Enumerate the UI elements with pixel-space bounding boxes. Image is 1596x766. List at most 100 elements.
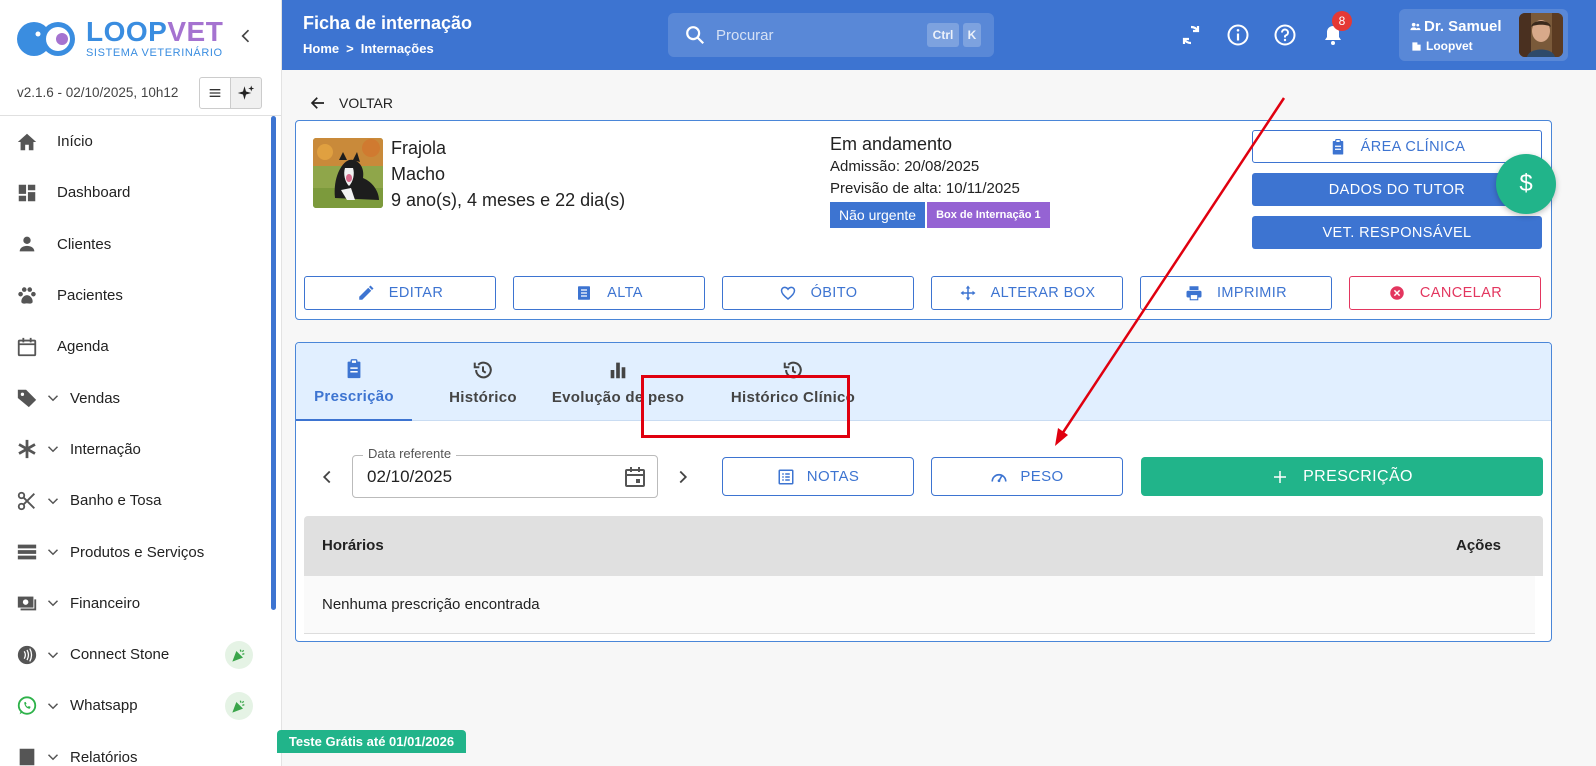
- sidebar-item-label: Dashboard: [57, 184, 131, 202]
- empty-message: Nenhuma prescrição encontrada: [322, 596, 540, 613]
- print-button[interactable]: IMPRIMIR: [1140, 276, 1332, 310]
- discharge-button[interactable]: ALTA: [513, 276, 705, 310]
- sidebar-item-vendas[interactable]: Vendas: [0, 372, 276, 423]
- sidebar-nav: Início Dashboard Clientes Pacientes Agen…: [0, 116, 276, 766]
- clinical-area-button[interactable]: ÁREA CLÍNICA: [1252, 130, 1542, 163]
- tab-historico[interactable]: Histórico: [424, 343, 542, 421]
- search-input[interactable]: [716, 26, 916, 44]
- menu-list-button[interactable]: [199, 77, 231, 109]
- cancel-circle-icon: [1390, 286, 1404, 300]
- sidebar-item-internacao[interactable]: Internação: [0, 424, 276, 475]
- sidebar-item-pacientes[interactable]: Pacientes: [0, 270, 276, 321]
- move-arrows-icon: [960, 285, 976, 301]
- back-button[interactable]: VOLTAR: [309, 94, 393, 112]
- pet-photo: [313, 138, 383, 208]
- clipboard-icon: [1332, 138, 1343, 154]
- version-label: v2.1.6 - 02/10/2025, 10h12: [17, 85, 179, 100]
- paw-icon: [15, 284, 39, 308]
- main-content: VOLTAR Frajola Macho 9 ano(s), 4 meses e…: [282, 70, 1596, 766]
- ai-sparkle-button[interactable]: [230, 77, 262, 109]
- scissors-icon: [15, 489, 39, 513]
- sidebar-item-connect-stone[interactable]: Connect Stone: [0, 629, 276, 680]
- edit-button[interactable]: EDITAR: [304, 276, 496, 310]
- celebration-icon: [225, 640, 253, 669]
- status-text: Em andamento: [830, 134, 953, 154]
- brand-logo[interactable]: LOOPVET SISTEMA VETERINÁRIO: [16, 18, 223, 59]
- plus-icon: [1274, 470, 1287, 483]
- sparkle-icon: [237, 85, 255, 100]
- date-field-value[interactable]: 02/10/2025: [367, 467, 452, 487]
- sidebar-item-relatorios[interactable]: Relatórios: [0, 732, 276, 766]
- help-button[interactable]: [1272, 22, 1298, 48]
- sidebar-item-clientes[interactable]: Clientes: [0, 219, 276, 270]
- add-prescription-button[interactable]: PRESCRIÇÃO: [1141, 457, 1543, 496]
- sync-icon: [1182, 25, 1200, 45]
- loopvet-logo-icon: [16, 19, 80, 59]
- death-button[interactable]: ÓBITO: [722, 276, 914, 310]
- sidebar: LOOPVET SISTEMA VETERINÁRIO v2.1.6 - 02/…: [0, 0, 282, 766]
- sidebar-scrollbar[interactable]: [271, 116, 276, 610]
- notes-button[interactable]: NOTAS: [722, 457, 914, 496]
- sidebar-item-whatsapp[interactable]: Whatsapp: [0, 680, 276, 731]
- breadcrumb-internacoes[interactable]: Internações: [361, 41, 434, 56]
- report-icon: [15, 745, 39, 766]
- clipboard-icon: [347, 358, 361, 378]
- admission-date: Admissão: 20/08/2025: [830, 158, 980, 175]
- sidebar-item-agenda[interactable]: Agenda: [0, 321, 276, 372]
- sidebar-item-label: Whatsapp: [70, 697, 138, 715]
- calendar-icon[interactable]: [623, 465, 647, 489]
- contactless-icon: [15, 643, 39, 667]
- sidebar-item-banho-tosa[interactable]: Banho e Tosa: [0, 475, 276, 526]
- user-menu[interactable]: Dr. Samuel Loopvet: [1399, 9, 1568, 61]
- chevron-left-icon: [241, 29, 250, 43]
- sidebar-item-label: Banho e Tosa: [70, 492, 162, 510]
- action-buttons: EDITAR ALTA ÓBITO ALTERAR BOX IMPRIMIR C…: [304, 276, 1541, 310]
- breadcrumb-separator: >: [346, 41, 354, 56]
- change-box-button[interactable]: ALTERAR BOX: [931, 276, 1123, 310]
- tab-evolucao-peso[interactable]: Evolução de peso: [550, 343, 686, 421]
- urgency-badge: Não urgente: [830, 202, 926, 228]
- discharge-forecast: Previsão de alta: 10/11/2025: [830, 180, 1020, 197]
- sidebar-item-financeiro[interactable]: Financeiro: [0, 578, 276, 629]
- collapse-sidebar-button[interactable]: [234, 24, 258, 48]
- celebration-icon: [225, 691, 253, 720]
- asterisk-icon: [15, 437, 39, 461]
- table-header: Horários Ações: [304, 516, 1543, 576]
- pet-age: 9 ano(s), 4 meses e 22 dia(s): [391, 190, 626, 210]
- financial-fab-button[interactable]: $: [1496, 154, 1556, 214]
- trial-banner[interactable]: Teste Grátis até 01/01/2026: [277, 730, 466, 753]
- tabs-bar: Prescrição Histórico Evolução de peso Hi…: [296, 343, 1551, 421]
- sidebar-item-inicio[interactable]: Início: [0, 116, 276, 167]
- chevron-down-icon: [47, 549, 59, 556]
- breadcrumb-home[interactable]: Home: [303, 41, 339, 56]
- pencil-icon: [359, 285, 374, 300]
- weight-button[interactable]: PESO: [931, 457, 1123, 496]
- storage-icon: [15, 540, 39, 564]
- cancel-button[interactable]: CANCELAR: [1349, 276, 1541, 310]
- date-field-label: Data referente: [363, 446, 457, 461]
- tab-prescricao[interactable]: Prescrição: [296, 343, 412, 421]
- patient-card: Frajola Macho 9 ano(s), 4 meses e 22 dia…: [295, 120, 1556, 320]
- table-row: Nenhuma prescrição encontrada: [304, 576, 1535, 634]
- tab-historico-clinico[interactable]: Histórico Clínico: [728, 343, 858, 421]
- sync-button[interactable]: [1178, 22, 1204, 48]
- pet-sex: Macho: [391, 164, 446, 184]
- next-date-button[interactable]: [672, 466, 694, 488]
- brand-subtitle: SISTEMA VETERINÁRIO: [86, 47, 223, 59]
- speedometer-icon: [991, 473, 1007, 482]
- prescription-panel: Prescrição Histórico Evolução de peso Hi…: [295, 342, 1552, 642]
- column-header-times: Horários: [322, 537, 384, 554]
- date-field[interactable]: Data referente 02/10/2025: [352, 446, 658, 498]
- search-box[interactable]: Ctrl K: [668, 13, 994, 57]
- sidebar-item-label: Clientes: [57, 235, 112, 253]
- sidebar-item-produtos-servicos[interactable]: Produtos e Serviços: [0, 526, 276, 577]
- info-button[interactable]: [1225, 22, 1251, 48]
- tag-icon: [15, 386, 39, 410]
- menu-icon: [209, 89, 221, 97]
- previous-date-button[interactable]: [316, 466, 338, 488]
- page-title: Ficha de internação: [303, 13, 473, 33]
- sidebar-item-dashboard[interactable]: Dashboard: [0, 167, 276, 218]
- box-badge: Box de Internação 1: [927, 202, 1050, 228]
- vet-responsible-button[interactable]: VET. RESPONSÁVEL: [1252, 216, 1542, 249]
- money-icon: [15, 591, 39, 615]
